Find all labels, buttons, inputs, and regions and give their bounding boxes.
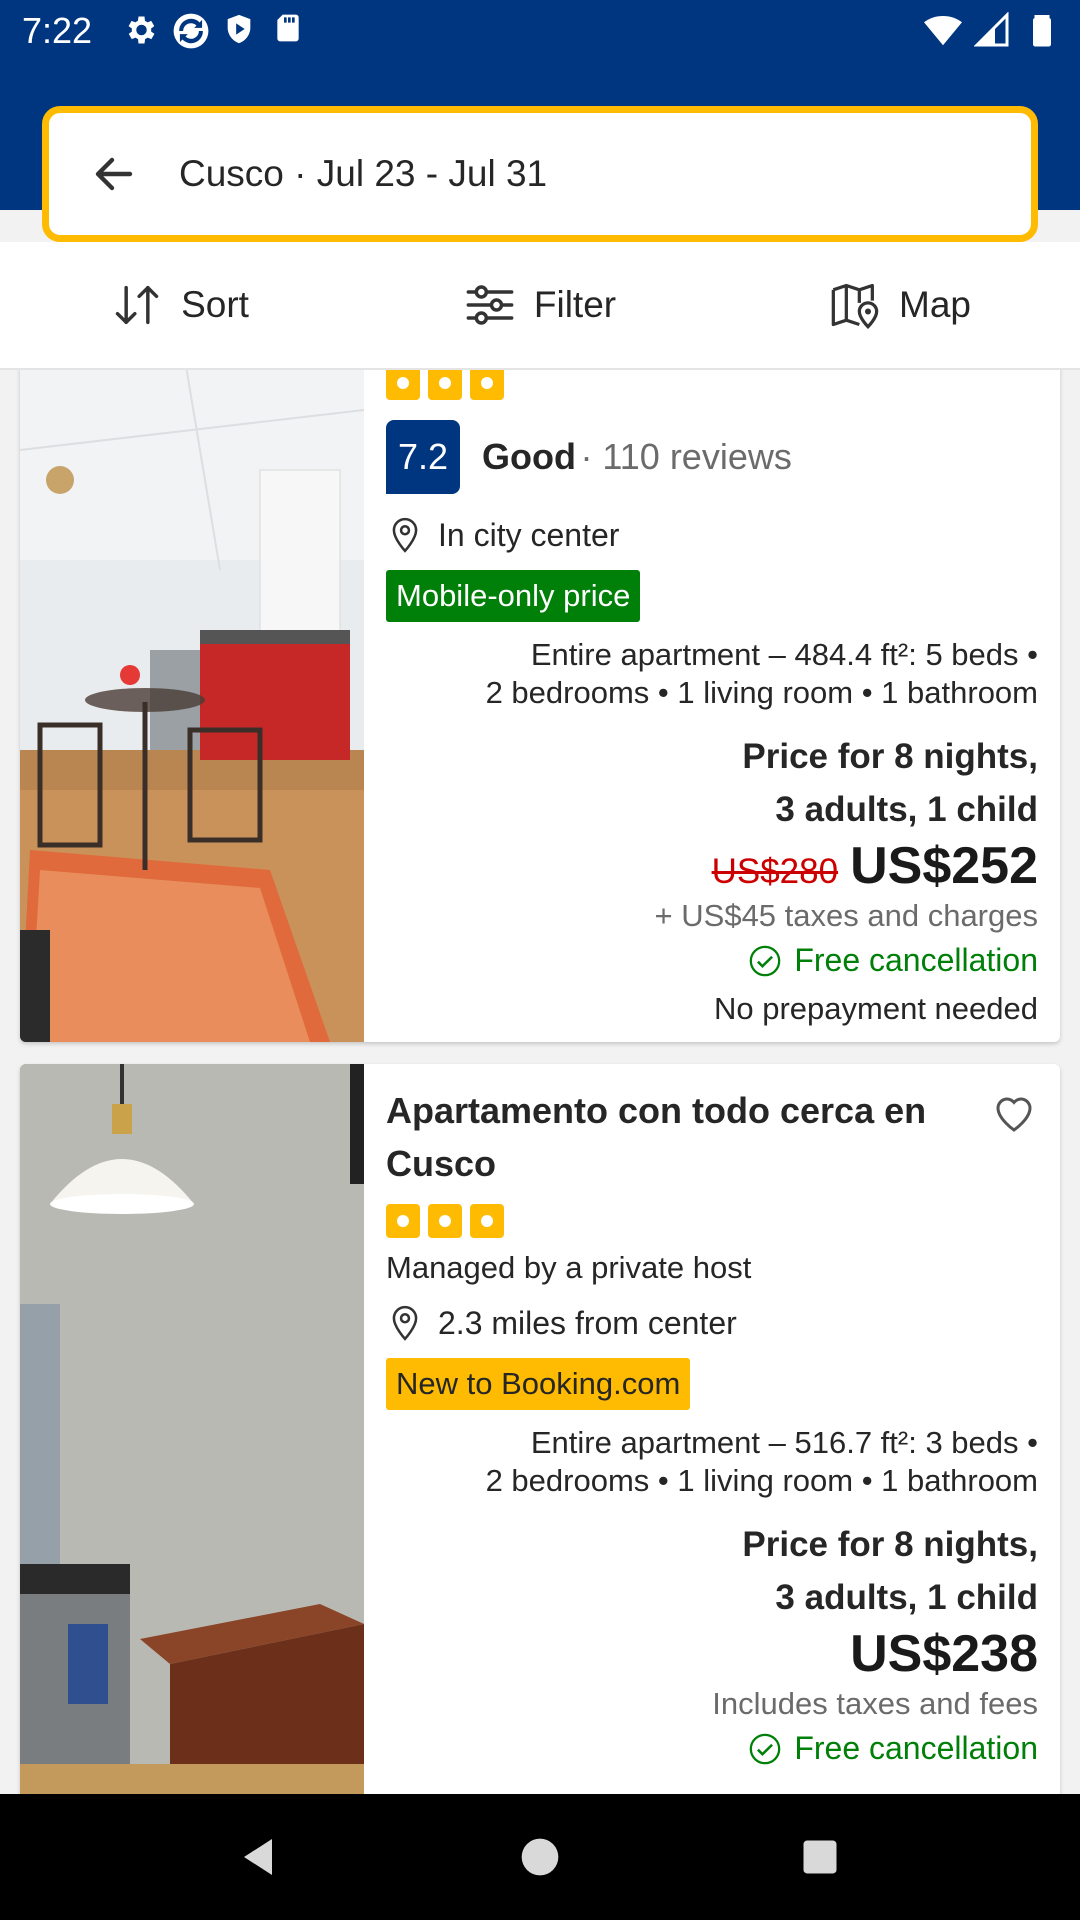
location-pin-icon xyxy=(392,1305,418,1341)
settings-icon xyxy=(122,12,158,48)
star-icon xyxy=(470,1204,504,1238)
back-triangle-icon xyxy=(244,1839,272,1875)
map-button[interactable]: Map xyxy=(720,242,1080,368)
unit-details-line: 2 bedrooms • 1 living room • 1 bathroom xyxy=(485,1463,1038,1498)
review-score-word: Good xyxy=(482,436,576,477)
sort-label: Sort xyxy=(181,284,249,325)
review-score-row[interactable]: 7.2 Good · 110 reviews xyxy=(386,420,1038,494)
recents-square-icon xyxy=(803,1840,837,1874)
location-text: In city center xyxy=(438,516,620,553)
signal-icon xyxy=(973,11,1010,48)
results-list[interactable]: 7.2 Good · 110 reviews In city center Mo… xyxy=(0,370,1080,1794)
no-prepayment-text: No prepayment needed xyxy=(713,991,1038,1026)
star-icon xyxy=(428,1204,462,1238)
price-for: Price for 8 nights, 3 adults, 1 child xyxy=(386,1518,1038,1624)
location-row: 2.3 miles from center xyxy=(386,1302,1038,1344)
search-value[interactable]: Cusco · Jul 23 - Jul 31 xyxy=(179,153,547,195)
star-icon xyxy=(386,1204,420,1238)
wifi-icon xyxy=(924,12,962,48)
managed-by-text: Managed by a private host xyxy=(386,1250,752,1285)
price-for-line: 3 adults, 1 child xyxy=(775,1578,1038,1617)
home-circle-icon xyxy=(521,1838,559,1876)
search-box[interactable]: Cusco · Jul 23 - Jul 31 xyxy=(42,106,1038,242)
property-photo[interactable] xyxy=(20,1064,364,1794)
star-icon xyxy=(386,370,420,400)
map-icon xyxy=(831,283,879,329)
unit-details: Entire apartment – 484.4 ft²: 5 beds • 2… xyxy=(386,636,1038,712)
price-for-line: Price for 8 nights, xyxy=(742,1525,1038,1564)
review-score-badge: 7.2 xyxy=(386,420,460,494)
current-price: US$238 xyxy=(850,1625,1038,1683)
property-card[interactable]: Apartamento con todo cerca en Cusco Mana… xyxy=(20,1064,1060,1794)
back-button[interactable] xyxy=(49,113,179,235)
taxes-text: + US$45 taxes and charges xyxy=(654,898,1038,933)
location-pin-icon xyxy=(392,517,418,553)
property-photo[interactable] xyxy=(20,370,365,1042)
favorite-heart-icon[interactable] xyxy=(990,1088,1038,1136)
unit-details-line: 2 bedrooms • 1 living room • 1 bathroom xyxy=(485,675,1038,710)
free-cancellation: Free cancellation xyxy=(386,942,1038,979)
filter-label: Filter xyxy=(533,284,617,325)
review-count: · 110 reviews xyxy=(580,436,792,477)
property-title[interactable]: Apartamento con todo cerca en Cusco xyxy=(386,1084,956,1190)
arrow-back-icon xyxy=(95,157,133,191)
free-cancellation-text: Free cancellation xyxy=(794,942,1038,978)
location-row: In city center xyxy=(386,514,1038,556)
sort-button[interactable]: Sort xyxy=(0,242,360,368)
nav-back-button[interactable] xyxy=(220,1817,300,1897)
sync-icon xyxy=(172,12,209,49)
results-toolbar: Sort Filter Map xyxy=(0,242,1080,370)
nav-recents-button[interactable] xyxy=(780,1817,860,1897)
star-rating xyxy=(386,370,1038,400)
star-icon xyxy=(428,370,462,400)
system-nav-bar xyxy=(0,1794,1080,1920)
status-time: 7:22 xyxy=(22,10,93,51)
battery-icon xyxy=(1024,12,1060,48)
mobile-only-price-badge: Mobile-only price xyxy=(386,570,641,622)
free-cancellation-text: Free cancellation xyxy=(794,1730,1038,1766)
property-card[interactable]: 7.2 Good · 110 reviews In city center Mo… xyxy=(20,370,1060,1042)
current-price: US$252 xyxy=(850,837,1038,895)
sort-icon xyxy=(115,285,159,325)
check-circle-icon xyxy=(750,1733,781,1764)
unit-details-line: Entire apartment – 516.7 ft²: 3 beds • xyxy=(530,1425,1038,1460)
free-cancellation: Free cancellation xyxy=(386,1730,1038,1767)
filter-button[interactable]: Filter xyxy=(360,242,720,368)
price-for-line: Price for 8 nights, xyxy=(742,737,1038,776)
sd-card-icon xyxy=(272,12,308,48)
price-for-line: 3 adults, 1 child xyxy=(775,790,1038,829)
price-row: US$280 US$252 xyxy=(386,836,1038,896)
shield-icon xyxy=(222,12,258,48)
filter-icon xyxy=(466,285,514,325)
star-rating xyxy=(386,1204,1038,1238)
unit-details: Entire apartment – 516.7 ft²: 3 beds • 2… xyxy=(386,1424,1038,1500)
original-price: US$280 xyxy=(711,852,839,891)
star-icon xyxy=(470,370,504,400)
nav-home-button[interactable] xyxy=(500,1817,580,1897)
check-circle-icon xyxy=(750,945,781,976)
taxes-text: Includes taxes and fees xyxy=(712,1686,1038,1721)
map-label: Map xyxy=(899,284,971,325)
unit-details-line: Entire apartment – 484.4 ft²: 5 beds • xyxy=(530,637,1038,672)
price-for: Price for 8 nights, 3 adults, 1 child xyxy=(386,730,1038,836)
location-text: 2.3 miles from center xyxy=(438,1304,737,1341)
status-bar: 7:22 xyxy=(0,0,1080,64)
new-to-booking-badge: New to Booking.com xyxy=(386,1358,691,1410)
price-row: US$238 xyxy=(386,1624,1038,1684)
